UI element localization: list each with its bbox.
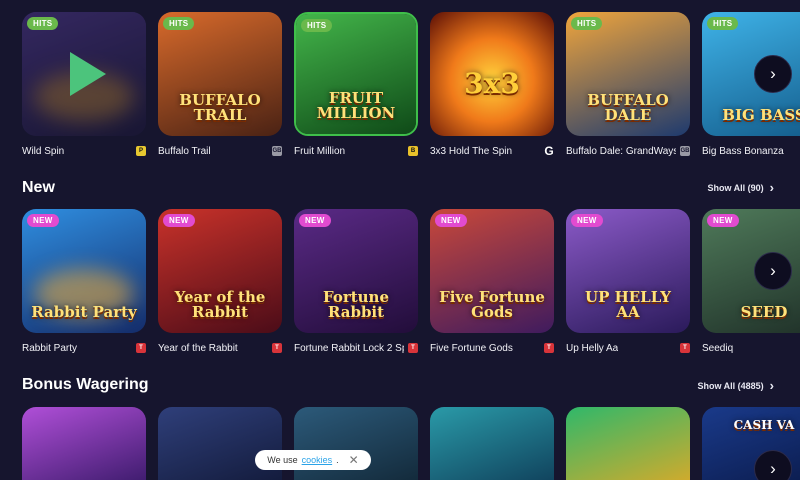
close-icon[interactable]: ✕ [349, 453, 359, 467]
game-logo: Year of the Rabbit [174, 287, 266, 322]
show-all-label[interactable]: Show All (90) [707, 183, 763, 193]
hits-badge: HITS [27, 17, 59, 30]
arrow-right-icon[interactable]: › [754, 450, 792, 480]
game-thumbnail[interactable]: Five Fortune Gods NEW [430, 209, 554, 333]
cookies-link[interactable]: cookies [302, 455, 333, 465]
chevron-right-icon[interactable]: › [770, 180, 774, 195]
game-logo: 3x3 [464, 66, 520, 100]
game-logo: Fortune Rabbit [322, 287, 390, 322]
game-card[interactable]: 3x3 3x3 Hold The Spin G [430, 12, 554, 162]
hits-badge: HITS [163, 17, 195, 30]
game-logo: Rabbit Party [31, 303, 137, 322]
new-badge: NEW [435, 214, 467, 227]
show-all-label[interactable]: Show All (4885) [697, 381, 763, 391]
game-art [430, 407, 554, 480]
provider-icon: T [272, 343, 282, 353]
game-card[interactable]: BUFFALO DALE HITS Buffalo Dale: GrandWay… [566, 12, 690, 162]
provider-icon: G [544, 144, 554, 158]
section-title-new: New [22, 179, 55, 196]
game-card[interactable] [22, 407, 146, 480]
game-card[interactable] [566, 407, 690, 480]
game-thumbnail[interactable]: FRUIT MILLION HITS [294, 12, 418, 136]
game-thumbnail[interactable]: Rabbit Party NEW [22, 209, 146, 333]
new-badge: NEW [571, 214, 603, 227]
game-logo: FRUIT MILLION [316, 88, 396, 123]
game-title[interactable]: Rabbit Party [22, 343, 77, 354]
game-title[interactable]: Year of the Rabbit [158, 343, 238, 354]
game-thumbnail[interactable]: BUFFALO TRAIL HITS [158, 12, 282, 136]
arrow-right-icon[interactable]: › [754, 252, 792, 290]
hits-badge: HITS [707, 17, 739, 30]
game-card[interactable]: BUFFALO TRAIL HITS Buffalo Trail GB [158, 12, 282, 162]
games-row-new: Rabbit Party NEW Rabbit Party T Year of … [22, 209, 800, 359]
game-card[interactable]: FRUIT MILLION HITS Fruit Million B [294, 12, 418, 162]
game-title[interactable]: 3x3 Hold The Spin [430, 146, 512, 157]
provider-icon: T [680, 343, 690, 353]
game-card[interactable]: Fortune Rabbit NEW Fortune Rabbit Lock 2… [294, 209, 418, 359]
cookie-notice: We use cookies. ✕ [255, 450, 371, 470]
game-logo: BUFFALO DALE [587, 90, 669, 125]
game-thumbnail[interactable]: 3x3 [430, 12, 554, 136]
provider-icon: GB [680, 146, 690, 156]
game-thumbnail[interactable]: UP HELLY AA NEW [566, 209, 690, 333]
new-badge: NEW [163, 214, 195, 227]
game-thumbnail[interactable] [430, 407, 554, 480]
game-card[interactable]: HITS Wild Spin P [22, 12, 146, 162]
game-logo: BUFFALO TRAIL [179, 90, 261, 125]
game-title[interactable]: Big Bass Bonanza [702, 146, 784, 157]
game-logo: Five Fortune Gods [439, 287, 545, 322]
provider-icon: T [408, 343, 418, 353]
game-title[interactable]: Five Fortune Gods [430, 343, 513, 354]
new-badge: NEW [299, 214, 331, 227]
new-badge: NEW [27, 214, 59, 227]
provider-icon: T [136, 343, 146, 353]
game-logo: CASH VA [733, 418, 795, 432]
play-icon[interactable] [70, 52, 106, 96]
game-thumbnail[interactable] [566, 407, 690, 480]
game-title[interactable]: Wild Spin [22, 146, 64, 157]
game-card[interactable] [430, 407, 554, 480]
game-card[interactable]: Rabbit Party NEW Rabbit Party T [22, 209, 146, 359]
game-title[interactable]: Fruit Million [294, 146, 345, 157]
game-art [566, 407, 690, 480]
show-all-new-link[interactable]: Show All (90) › [707, 180, 774, 195]
game-card[interactable]: UP HELLY AA NEW Up Helly Aa T [566, 209, 690, 359]
section-title-bonus-wagering: Bonus Wagering [22, 376, 149, 393]
game-title[interactable]: Seediq [702, 343, 733, 354]
game-title[interactable]: Buffalo Dale: GrandWays [566, 146, 676, 157]
cookie-text-end: . [336, 455, 339, 465]
game-title[interactable]: Fortune Rabbit Lock 2 Spin [294, 343, 404, 354]
games-row-top: HITS Wild Spin P BUFFALO TRAIL HITS Buff… [22, 12, 800, 162]
provider-icon: T [544, 343, 554, 353]
game-thumbnail[interactable]: HITS [22, 12, 146, 136]
game-art [22, 407, 146, 480]
game-logo: UP HELLY AA [584, 287, 672, 322]
game-logo: SEED [740, 303, 788, 322]
hits-badge: HITS [571, 17, 603, 30]
game-thumbnail[interactable] [22, 407, 146, 480]
show-all-bonus-link[interactable]: Show All (4885) › [697, 378, 774, 393]
game-thumbnail[interactable]: Fortune Rabbit NEW [294, 209, 418, 333]
provider-icon: P [136, 146, 146, 156]
game-thumbnail[interactable]: Year of the Rabbit NEW [158, 209, 282, 333]
game-title[interactable]: Up Helly Aa [566, 343, 618, 354]
game-title[interactable]: Buffalo Trail [158, 146, 211, 157]
provider-icon: B [408, 146, 418, 156]
games-row-bonus: CASH VA [22, 407, 800, 480]
game-logo: BIG BASS [722, 106, 800, 125]
hits-badge: HITS [301, 19, 333, 32]
chevron-right-icon[interactable]: › [770, 378, 774, 393]
game-card[interactable]: Year of the Rabbit NEW Year of the Rabbi… [158, 209, 282, 359]
arrow-right-icon[interactable]: › [754, 55, 792, 93]
play-overlay[interactable] [22, 12, 146, 136]
provider-icon: GB [272, 146, 282, 156]
new-badge: NEW [707, 214, 739, 227]
game-card[interactable]: Five Fortune Gods NEW Five Fortune Gods … [430, 209, 554, 359]
game-thumbnail[interactable]: BUFFALO DALE HITS [566, 12, 690, 136]
cookie-text: We use [267, 455, 298, 465]
